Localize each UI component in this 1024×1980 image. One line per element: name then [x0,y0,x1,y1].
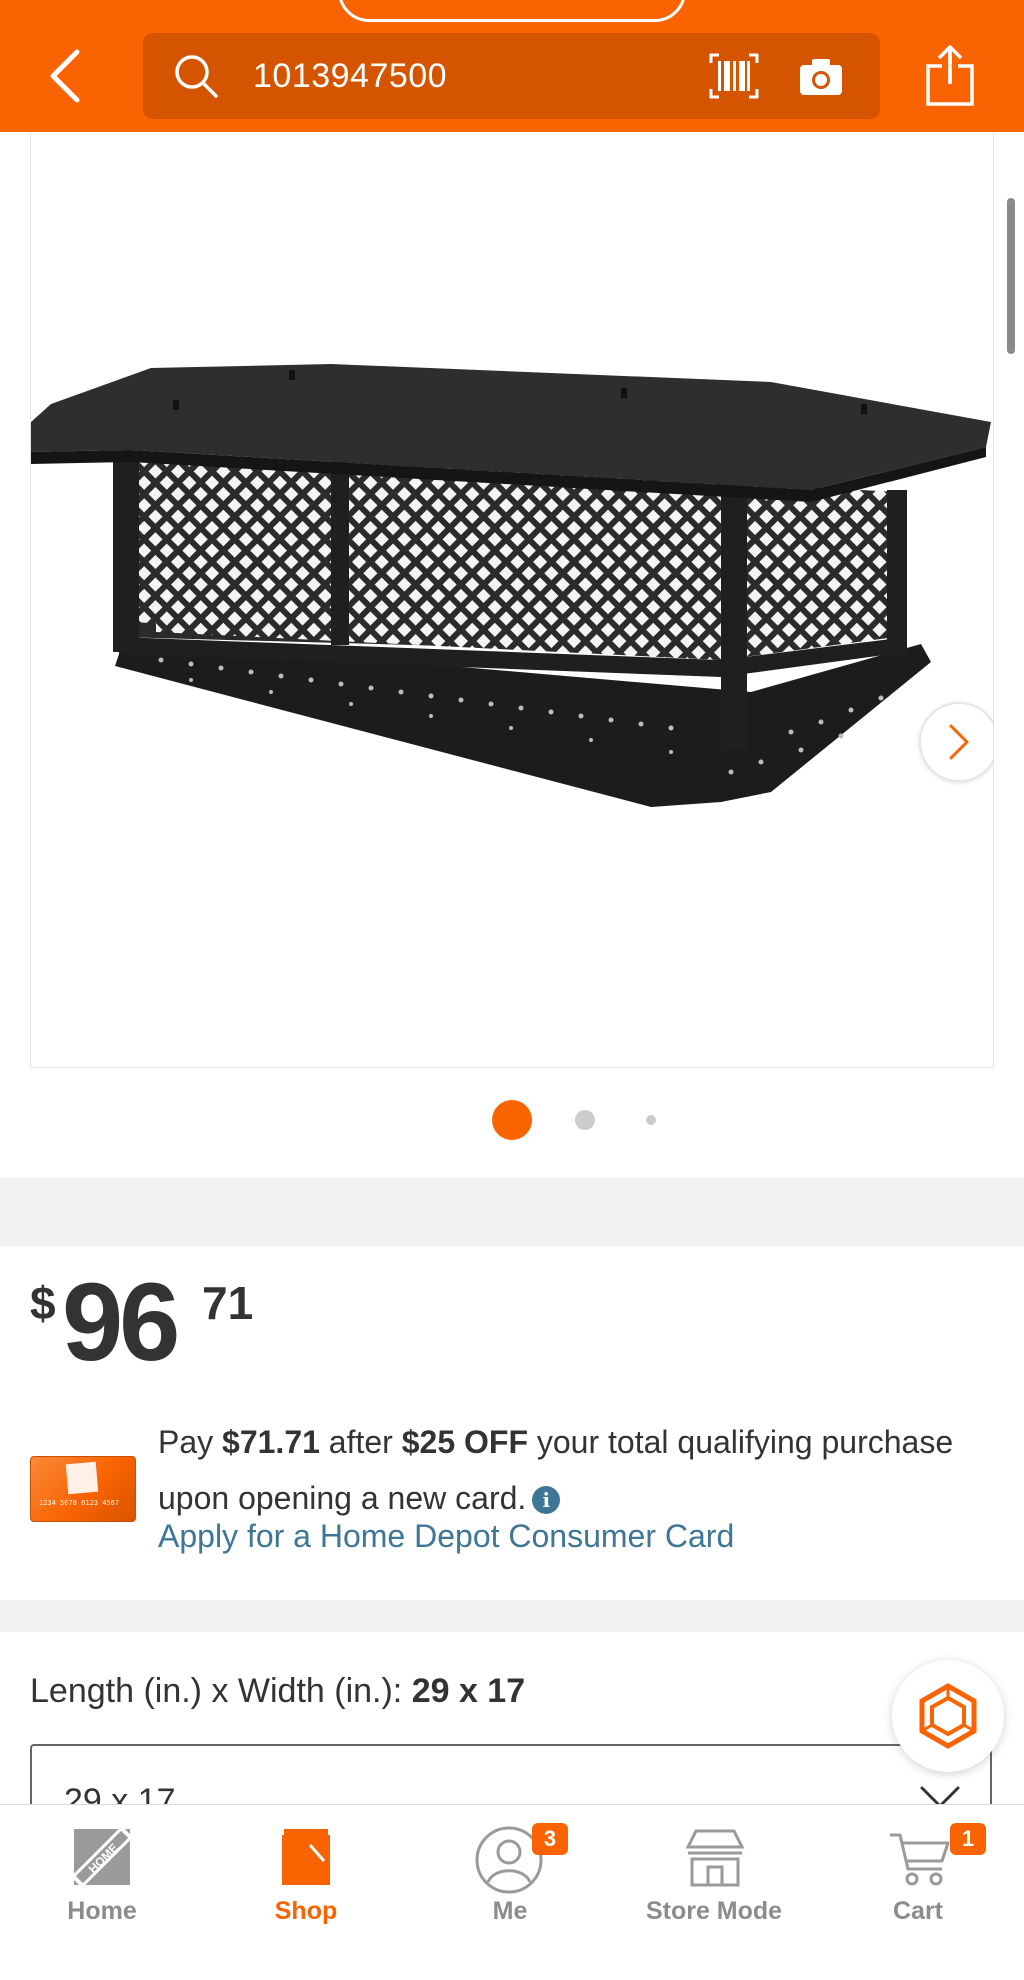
size-label-text: Length (in.) x Width (in.): [30,1672,412,1710]
nav-home[interactable]: HOME Home [0,1805,204,1980]
scrollbar[interactable] [1007,198,1015,354]
pagination-dot[interactable] [646,1115,656,1125]
pagination-dot[interactable] [575,1110,595,1130]
bottom-navigation: HOME Home Shop 3 Me Store Mode 1 Cart [0,1804,1024,1980]
nav-cart[interactable]: 1 Cart [816,1805,1020,1980]
section-divider [0,1178,1024,1246]
info-icon[interactable]: i [532,1486,561,1514]
search-input[interactable]: 1013947500 [253,57,447,96]
price-currency: $ [30,1277,56,1329]
product-image-gallery[interactable] [30,132,994,1068]
chimney-cap-image [31,364,991,807]
nav-shop-label: Shop [274,1897,338,1925]
nav-shop[interactable]: Shop [204,1805,408,1980]
apply-card-link[interactable]: Apply for a Home Depot Consumer Card [158,1518,734,1555]
pagination-dot-active[interactable] [492,1100,532,1140]
size-selected-value: 29 x 17 [411,1672,526,1710]
me-badge: 3 [532,1823,568,1855]
nav-me-label: Me [492,1897,528,1925]
barcode-icon[interactable] [709,53,759,99]
price-dollars: 96 [62,1261,180,1384]
search-bar[interactable]: 1013947500 [143,33,880,119]
section-divider [0,1600,1024,1632]
chevron-right-icon [949,724,969,760]
camera-icon[interactable] [798,55,844,97]
offer-pay-prefix: Pay [158,1424,223,1460]
store-icon [685,1829,745,1887]
app-header: 1013947500 [0,0,1024,132]
nav-home-label: Home [67,1897,137,1925]
nav-cart-label: Cart [892,1897,943,1925]
hexagon-icon [919,1683,977,1749]
gallery-pagination [0,1098,1024,1142]
credit-card-image: 1234 5678 0123 4567 [30,1456,136,1522]
nav-store-mode[interactable]: Store Mode [612,1805,816,1980]
home-depot-logo-icon: HOME [70,1825,134,1889]
share-icon[interactable] [924,44,976,106]
offer-after-text: after [319,1424,402,1460]
chevron-left-icon [50,49,80,103]
home-depot-logo-icon [65,1461,99,1495]
nav-store-mode-label: Store Mode [645,1897,783,1925]
price-cents: 71 [202,1277,254,1329]
shop-bag-icon [282,1829,330,1885]
header-pill[interactable] [338,0,686,22]
size-label: Length (in.) x Width (in.): 29 x 17 [30,1672,525,1711]
offer-pay-amount: $71.71 [222,1424,320,1460]
nav-me[interactable]: 3 Me [408,1805,612,1980]
assistant-hexagon-button[interactable] [892,1660,1004,1772]
search-icon [175,55,218,98]
cart-badge: 1 [950,1823,986,1855]
next-image-button[interactable] [919,702,993,782]
credit-offer-text: Pay $71.71 after $25 OFF your total qual… [158,1414,998,1526]
back-button[interactable] [40,46,88,106]
offer-discount: $25 OFF [401,1424,528,1460]
cart-icon [890,1833,950,1886]
card-number: 1234 5678 0123 4567 [39,1499,120,1507]
